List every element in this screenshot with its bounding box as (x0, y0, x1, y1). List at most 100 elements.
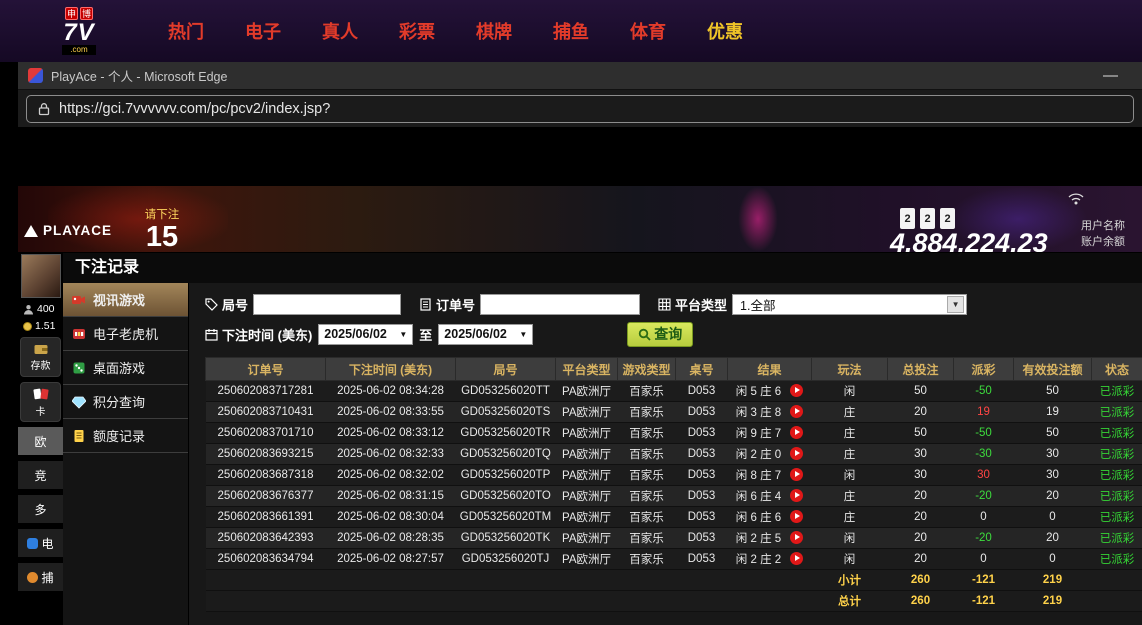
lock-icon (38, 102, 50, 116)
cell-payout: -30 (954, 444, 1014, 465)
cell-bet: 20 (888, 402, 954, 423)
menu-item-slots[interactable]: 电子老虎机 (63, 317, 188, 351)
menu-item-table-games[interactable]: 桌面游戏 (63, 351, 188, 385)
cell-status: 已派彩 (1092, 444, 1142, 465)
cell-bet: 20 (888, 549, 954, 570)
cell-time: 2025-06-02 08:28:35 (326, 528, 456, 549)
cell-result: 闲 2 庄 2 (728, 549, 812, 570)
summary-cell-time (326, 570, 456, 591)
summary-cell-table (676, 570, 728, 591)
summary-cell-payout: -121 (954, 570, 1014, 591)
nav-item-slots[interactable]: 电子 (245, 18, 281, 44)
cell-game: 百家乐 (618, 444, 676, 465)
cell-play: 庄 (812, 507, 888, 528)
title-bar: PlayAce - 个人 - Microsoft Edge — (18, 62, 1142, 90)
replay-video-icon[interactable] (790, 552, 803, 565)
bet-countdown: 请下注 15 (130, 206, 194, 252)
result-text: 闲 2 庄 5 (736, 533, 781, 545)
date-from-select[interactable]: 2025/06/02 ▼ (318, 324, 413, 345)
nav-item-board-games[interactable]: 棋牌 (476, 18, 512, 44)
cell-game: 百家乐 (618, 465, 676, 486)
cell-result: 闲 6 庄 6 (728, 507, 812, 528)
replay-video-icon[interactable] (790, 405, 803, 418)
replay-video-icon[interactable] (790, 489, 803, 502)
cards-button[interactable]: 卡 (20, 382, 61, 422)
result-text: 闲 6 庄 6 (736, 512, 781, 524)
cell-result: 闲 8 庄 7 (728, 465, 812, 486)
brand-logo[interactable]: 申 博 7V .com (46, 7, 112, 55)
col-header-platform: 平台类型 (556, 358, 618, 381)
nav-item-fishing[interactable]: 捕鱼 (553, 18, 589, 44)
cell-valid: 0 (1014, 549, 1092, 570)
deposit-button[interactable]: 存款 (20, 337, 61, 377)
cell-time: 2025-06-02 08:31:15 (326, 486, 456, 507)
rail-tab-compete[interactable]: 竞 (18, 461, 63, 490)
rail-tab-electronic[interactable]: 电 (18, 529, 63, 558)
menu-item-quota-records[interactable]: 额度记录 (63, 419, 188, 453)
cell-round: GD053256020TQ (456, 444, 556, 465)
rail-tab-europe[interactable]: 欧 (18, 427, 63, 456)
cell-status: 已派彩 (1092, 528, 1142, 549)
cell-game: 百家乐 (618, 549, 676, 570)
table-row: 2506020837104312025-06-02 08:33:55GD0532… (206, 402, 1142, 423)
deposit-label: 存款 (31, 357, 51, 372)
cell-play: 庄 (812, 423, 888, 444)
nav-item-promo[interactable]: 优惠 (707, 18, 743, 44)
minimize-button[interactable]: — (1103, 67, 1118, 84)
address-bar[interactable]: https://gci.7vvvvvv.com/pc/pcv2/index.js… (26, 95, 1134, 123)
avatar[interactable] (21, 254, 61, 298)
date-to-select[interactable]: 2025/06/02 ▼ (438, 324, 533, 345)
rail-tab-multi[interactable]: 多 (18, 495, 63, 524)
cell-round: GD053256020TM (456, 507, 556, 528)
cell-valid: 30 (1014, 444, 1092, 465)
cell-status: 已派彩 (1092, 507, 1142, 528)
summary-cell-round (456, 591, 556, 612)
col-header-payout: 派彩 (954, 358, 1014, 381)
browser-toolbar: https://gci.7vvvvvv.com/pc/pcv2/index.js… (18, 90, 1142, 128)
cell-valid: 0 (1014, 507, 1092, 528)
nav-item-lottery[interactable]: 彩票 (399, 18, 435, 44)
menu-item-points-query[interactable]: 积分查询 (63, 385, 188, 419)
cell-game: 百家乐 (618, 381, 676, 402)
cell-payout: -20 (954, 528, 1014, 549)
rail-tab-fishing[interactable]: 捕 (18, 563, 63, 592)
summary-cell-play: 总计 (812, 591, 888, 612)
summary-cell-payout: -121 (954, 591, 1014, 612)
platform-type-select[interactable]: 1.全部 ▼ (732, 294, 967, 315)
summary-cell-platform (556, 570, 618, 591)
order-number-input[interactable] (480, 294, 640, 315)
cell-round: GD053256020TK (456, 528, 556, 549)
round-number-input[interactable] (253, 294, 401, 315)
summary-row: 总计260-121219 (206, 591, 1142, 612)
cell-payout: 30 (954, 465, 1014, 486)
cell-order: 250602083676377 (206, 486, 326, 507)
cell-status: 已派彩 (1092, 549, 1142, 570)
to-label: 至 (419, 325, 432, 344)
replay-video-icon[interactable] (790, 468, 803, 481)
nav-item-sports[interactable]: 体育 (630, 18, 666, 44)
search-button[interactable]: 查询 (627, 322, 693, 347)
cell-valid: 30 (1014, 465, 1092, 486)
replay-video-icon[interactable] (790, 510, 803, 523)
cell-result: 闲 6 庄 4 (728, 486, 812, 507)
replay-video-icon[interactable] (790, 531, 803, 544)
menu-item-video-games[interactable]: 视讯游戏 (63, 283, 188, 317)
cell-payout: -50 (954, 381, 1014, 402)
cell-table: D053 (676, 381, 728, 402)
replay-video-icon[interactable] (790, 447, 803, 460)
replay-video-icon[interactable] (790, 384, 803, 397)
nav-item-hot[interactable]: 热门 (168, 18, 204, 44)
cell-table: D053 (676, 402, 728, 423)
cell-play: 庄 (812, 444, 888, 465)
summary-cell-result (728, 570, 812, 591)
cell-game: 百家乐 (618, 402, 676, 423)
cell-table: D053 (676, 465, 728, 486)
summary-cell-game (618, 591, 676, 612)
cell-bet: 20 (888, 486, 954, 507)
nav-item-live[interactable]: 真人 (322, 18, 358, 44)
cell-platform: PA欧洲厅 (556, 507, 618, 528)
replay-video-icon[interactable] (790, 426, 803, 439)
table-row: 2506020837172812025-06-02 08:34:28GD0532… (206, 381, 1142, 402)
round-label-text: 局号 (222, 295, 248, 314)
brand-logo-domain: .com (62, 45, 95, 55)
